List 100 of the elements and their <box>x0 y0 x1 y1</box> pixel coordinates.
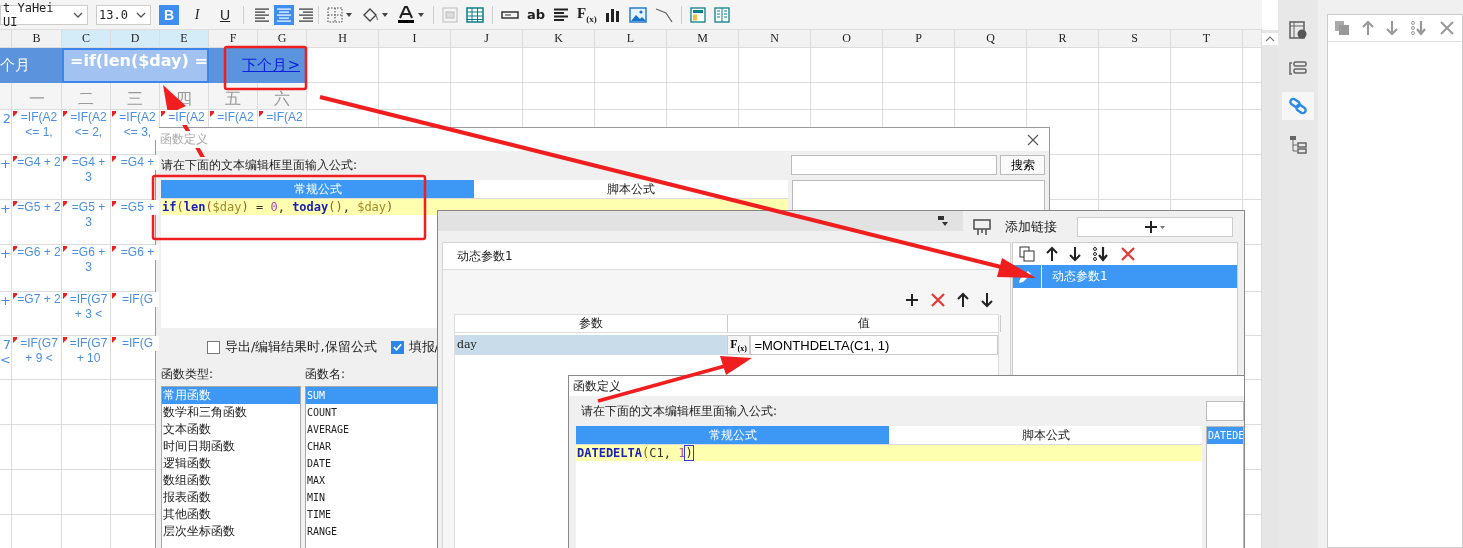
empty-cell <box>1171 83 1243 110</box>
formula-tab[interactable]: 脚本公式 <box>474 180 788 199</box>
checkbox[interactable] <box>390 340 404 354</box>
weekday-cell: 一 <box>12 83 62 110</box>
copy-icon[interactable] <box>1334 20 1350 36</box>
text-field-icon[interactable] <box>501 9 519 20</box>
table-cell: =IF(A2 <box>165 110 208 125</box>
image-icon[interactable] <box>628 6 647 23</box>
dock-icon[interactable] <box>937 215 949 227</box>
table-cell: + <box>0 200 12 245</box>
column-header[interactable]: H <box>307 30 379 48</box>
copy-icon[interactable] <box>1019 246 1035 262</box>
column-header[interactable]: B <box>12 30 62 48</box>
table-cell: =IF(G <box>116 292 159 307</box>
close-icon[interactable] <box>1027 133 1039 146</box>
text-style-button[interactable]: I <box>187 4 207 25</box>
column-header[interactable]: J <box>451 30 523 48</box>
list-item[interactable]: 层次坐标函数 <box>162 523 300 540</box>
empty-cell <box>739 48 811 83</box>
table-cell: =IF(A2 <= 2, <box>67 110 110 140</box>
column-header[interactable]: Q <box>955 30 1027 48</box>
hyperlink-panel-icon[interactable] <box>973 217 991 236</box>
delete-icon[interactable] <box>1121 247 1135 261</box>
scrollbar[interactable] <box>1262 30 1278 548</box>
column-header[interactable]: K <box>523 30 595 48</box>
column-header[interactable]: M <box>667 30 739 48</box>
scroll-up-icon[interactable] <box>1262 33 1278 45</box>
down-arrow-icon[interactable] <box>1069 246 1081 262</box>
value-field[interactable]: =MONTHDELTA(C1, 1) <box>750 335 998 355</box>
prompt-text: 请在下面的文本编辑框里面输入公式: <box>581 402 778 420</box>
link-icon[interactable] <box>1282 92 1314 120</box>
down-arrow-icon[interactable] <box>981 292 993 308</box>
formula-tool[interactable]: F$_{(x)}$ <box>577 5 597 24</box>
column-header[interactable]: O <box>811 30 883 48</box>
add-icon[interactable] <box>905 293 919 307</box>
column-header[interactable]: S <box>1099 30 1171 48</box>
column-header[interactable]: D <box>111 30 160 48</box>
empty-cell <box>811 48 883 83</box>
up-arrow-icon[interactable] <box>1046 246 1058 262</box>
table-cell: + <box>0 155 12 200</box>
search-button[interactable]: 搜索 <box>1000 155 1045 175</box>
align-center-button[interactable] <box>274 4 294 25</box>
font-size-field[interactable]: 13.0 <box>96 4 151 25</box>
search-field[interactable] <box>791 155 997 175</box>
column-header[interactable]: F <box>209 30 258 48</box>
list-item[interactable]: 数组函数 <box>162 472 300 489</box>
borders-icon[interactable] <box>327 6 353 23</box>
list-item[interactable]: 时间日期函数 <box>162 438 300 455</box>
bar-chart-icon[interactable] <box>604 6 621 23</box>
empty-cell <box>667 48 739 83</box>
column-header[interactable]: T <box>1171 30 1243 48</box>
column-header: 值 <box>728 315 1001 332</box>
layout-icon[interactable] <box>689 6 706 23</box>
list-item[interactable]: 逻辑函数 <box>162 455 300 472</box>
table-cell: =G4 + <box>116 155 159 170</box>
table-icon[interactable] <box>466 6 484 23</box>
move-to-bottom-icon[interactable] <box>1092 246 1110 262</box>
text-tool[interactable]: ab <box>527 7 546 22</box>
column-header[interactable]: C <box>62 30 111 48</box>
column-header[interactable]: I <box>379 30 451 48</box>
table-cell: =IF(G <box>116 336 159 351</box>
fill-color-icon[interactable] <box>361 6 389 23</box>
column-header[interactable]: R <box>1027 30 1099 48</box>
formula-tab[interactable]: 脚本公式 <box>889 426 1203 445</box>
slash-line-icon[interactable] <box>654 6 673 23</box>
up-arrow-icon[interactable] <box>957 292 969 308</box>
delete-icon[interactable] <box>931 293 945 307</box>
font-color-icon[interactable] <box>397 5 425 24</box>
columns-icon[interactable] <box>713 6 730 23</box>
table-cell: =IF(A2 <= 3, <box>116 110 159 140</box>
empty-cell <box>0 425 12 470</box>
column-header[interactable]: P <box>883 30 955 48</box>
table-cell: + <box>0 292 12 336</box>
paragraph-icon[interactable] <box>553 7 570 22</box>
empty-cell <box>12 470 62 515</box>
empty-cell <box>1099 83 1171 110</box>
column-header[interactable]: L <box>595 30 667 48</box>
table-cell: 7 < <box>0 336 12 380</box>
empty-cell <box>451 48 523 83</box>
merge-cells-icon[interactable] <box>442 6 458 23</box>
font-field[interactable]: t YaHei UI <box>0 4 88 25</box>
table-cell: =IF(A2 <box>263 110 306 125</box>
column-header[interactable]: N <box>739 30 811 48</box>
empty-cell <box>955 48 1027 83</box>
weekday-cell: 三 <box>111 83 160 110</box>
column-header[interactable]: E <box>160 30 209 48</box>
dialog-title: 函数定义 <box>160 131 208 148</box>
formula-button[interactable]: F$_{(x)}$ <box>726 335 751 355</box>
checkbox[interactable] <box>207 340 220 354</box>
table-cell: + <box>0 245 12 292</box>
dialog-title: 函数定义 <box>573 379 621 393</box>
search-field[interactable] <box>1206 401 1244 421</box>
table-cell: =IF(A2 <box>214 110 257 125</box>
list-item[interactable]: 其他函数 <box>162 506 300 523</box>
list-item[interactable]: 报表函数 <box>162 489 300 506</box>
empty-cell <box>1027 83 1099 110</box>
checkbox-label: 导出/编辑结果时,保留公式 <box>225 338 377 356</box>
text-style-button[interactable]: U <box>215 4 235 25</box>
list-item[interactable]: 文本函数 <box>162 421 300 438</box>
list-item[interactable]: 数学和三角函数 <box>162 404 300 421</box>
